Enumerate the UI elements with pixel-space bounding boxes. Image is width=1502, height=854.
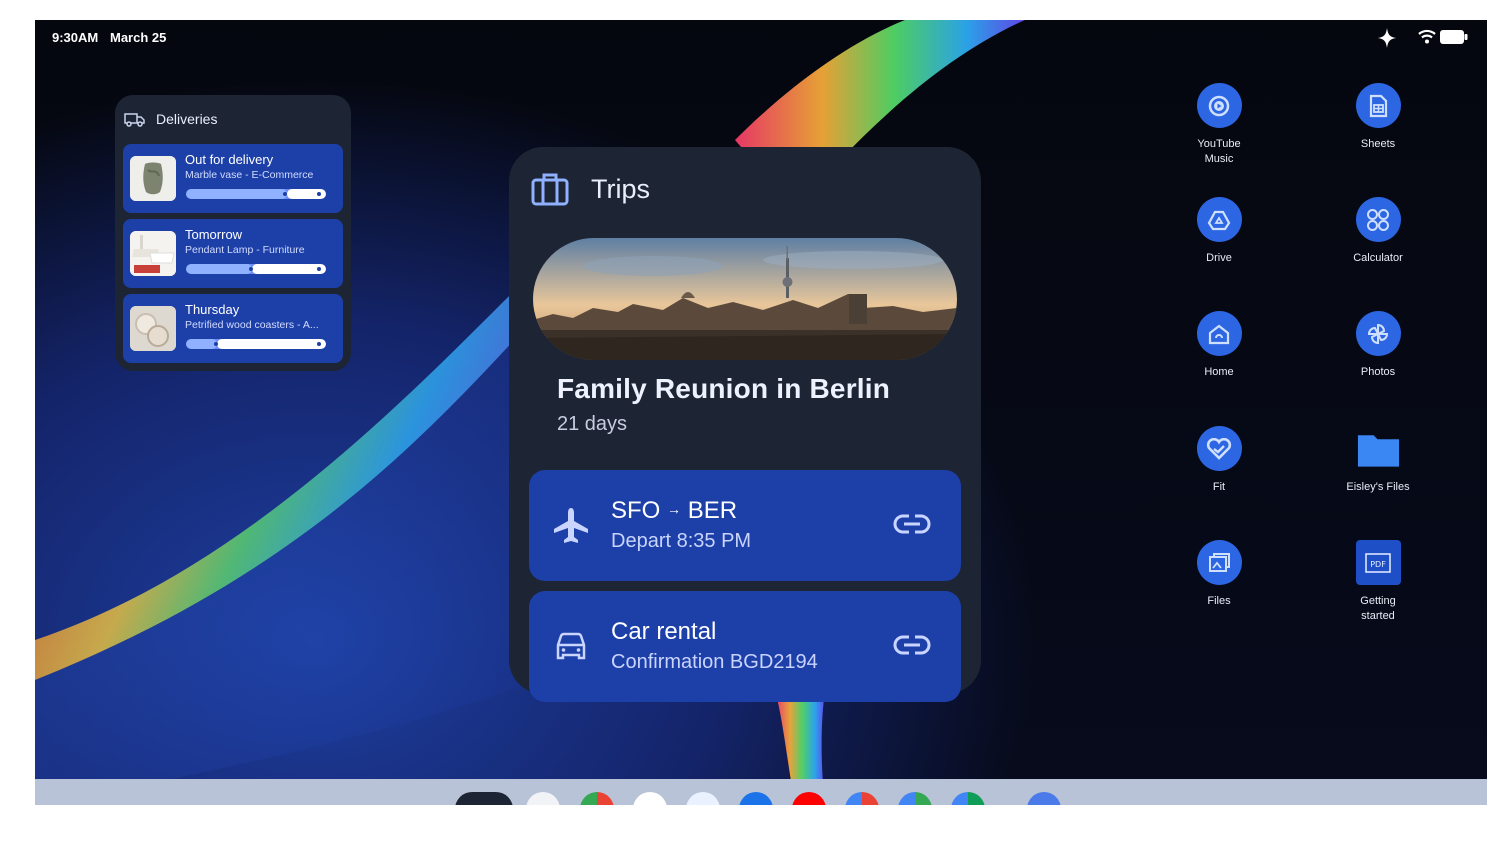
files-app-icon[interactable]	[739, 792, 773, 805]
app-label: Getting started	[1360, 595, 1396, 622]
car-rental-card[interactable]: Car rental Confirmation BGD2194	[529, 591, 961, 702]
files-icon	[1196, 540, 1242, 585]
status-time: 9:30AM	[52, 30, 99, 45]
settings-app-icon[interactable]	[1027, 792, 1061, 805]
product-thumbnail	[130, 156, 176, 201]
app-files[interactable]: Files	[1159, 540, 1279, 609]
pdf-icon: PDF	[1355, 540, 1401, 585]
trip-duration: 21 days	[557, 413, 628, 435]
link-icon[interactable]	[893, 513, 931, 535]
delivery-progress-bar	[186, 339, 326, 349]
route-arrow: →	[667, 501, 682, 517]
delivery-status: Tomorrow	[185, 227, 243, 242]
car-rental-confirmation: Confirmation BGD2194	[611, 651, 818, 673]
delivery-item[interactable]: Out for delivery Marble vase - E-Commerc…	[123, 144, 343, 213]
deliveries-header: Deliveries	[124, 109, 217, 129]
car-icon	[556, 632, 586, 660]
flight-card[interactable]: SFO → BER Depart 8:35 PM	[529, 470, 961, 581]
app-sheets[interactable]: Sheets	[1318, 83, 1438, 152]
sheets-icon	[1355, 83, 1401, 128]
delivery-status: Out for delivery	[185, 152, 274, 167]
app-label: YouTube Music	[1197, 138, 1241, 165]
app-label: Fit	[1212, 481, 1226, 493]
delivery-status: Thursday	[185, 302, 240, 317]
deliveries-widget[interactable]: Deliveries Out for delivery Marble vase …	[115, 95, 351, 371]
route-origin: SFO	[611, 497, 661, 524]
deliveries-title: Deliveries	[156, 111, 218, 127]
delivery-product: Pendant Lamp - Furniture	[185, 244, 305, 256]
app-label: Home	[1204, 366, 1234, 378]
fit-heart-icon	[1196, 426, 1242, 471]
folder-icon	[1356, 426, 1401, 471]
launcher-button[interactable]	[455, 792, 513, 805]
desktop-screen: 9:30AM March 25 Deliveries Out for deliv…	[35, 20, 1487, 805]
status-date: March 25	[110, 30, 167, 45]
gmail-app-icon[interactable]	[633, 792, 667, 805]
delivery-item[interactable]: Tomorrow Pendant Lamp - Furniture	[123, 219, 343, 288]
youtube-app-icon[interactable]	[792, 792, 826, 805]
trip-destination-photo[interactable]	[533, 238, 957, 360]
app-drive[interactable]: Drive	[1159, 197, 1279, 266]
youtube-music-icon	[1196, 83, 1242, 128]
delivery-progress-bar	[186, 189, 326, 199]
product-thumbnail	[130, 231, 176, 276]
chrome-app-icon[interactable]	[580, 792, 614, 805]
delivery-progress-bar	[186, 264, 326, 274]
trips-header: Trips	[531, 172, 650, 206]
svg-text:PDF: PDF	[1370, 560, 1386, 569]
delivery-truck-icon	[124, 113, 145, 127]
route-destination: BER	[687, 497, 738, 524]
app-label: Files	[1207, 595, 1231, 607]
app-label: Eisley's Files	[1346, 481, 1410, 493]
play-store-app-icon[interactable]	[898, 792, 932, 805]
flight-route: SFO → BER	[611, 497, 737, 525]
wifi-icon[interactable]	[1417, 28, 1437, 46]
airplane-icon	[554, 508, 588, 543]
app-label: Drive	[1206, 252, 1232, 264]
photos-app-icon[interactable]	[845, 792, 879, 805]
trips-title: Trips	[591, 173, 650, 204]
delivery-product: Petrified wood coasters - A...	[185, 319, 319, 331]
car-rental-title: Car rental	[611, 618, 717, 645]
app-label: Sheets	[1360, 138, 1396, 150]
app-youtube-music[interactable]: YouTube Music	[1159, 83, 1279, 167]
app-getting-started[interactable]: PDF Getting started	[1318, 540, 1438, 624]
link-icon[interactable]	[893, 634, 931, 656]
briefcase-icon	[531, 173, 569, 206]
battery-icon[interactable]	[1440, 30, 1468, 44]
drive-icon	[1196, 197, 1242, 242]
app-label: Calculator	[1353, 252, 1403, 264]
sparkle-icon[interactable]	[1376, 26, 1398, 50]
app-eisleys-files[interactable]: Eisley's Files	[1318, 426, 1438, 495]
photos-icon	[1355, 311, 1401, 356]
app-photos[interactable]: Photos	[1318, 311, 1438, 380]
app-label: Photos	[1360, 366, 1396, 378]
home-icon	[1196, 311, 1242, 356]
gemini-app-icon[interactable]	[526, 792, 560, 805]
app-fit[interactable]: Fit	[1159, 426, 1279, 495]
delivery-product: Marble vase - E-Commerce	[185, 169, 314, 181]
app-home[interactable]: Home	[1159, 311, 1279, 380]
trips-widget[interactable]: Trips Family Reunion in Berlin 21 days S…	[509, 147, 981, 702]
app-calculator[interactable]: Calculator	[1318, 197, 1438, 266]
drive-app-icon[interactable]	[951, 792, 985, 805]
trip-name: Family Reunion in Berlin	[557, 373, 891, 404]
product-thumbnail	[130, 306, 176, 351]
docs-app-icon[interactable]	[686, 792, 720, 805]
delivery-item[interactable]: Thursday Petrified wood coasters - A...	[123, 294, 343, 363]
flight-departure: Depart 8:35 PM	[611, 530, 752, 552]
shelf	[35, 779, 1487, 805]
calculator-icon	[1355, 197, 1401, 242]
